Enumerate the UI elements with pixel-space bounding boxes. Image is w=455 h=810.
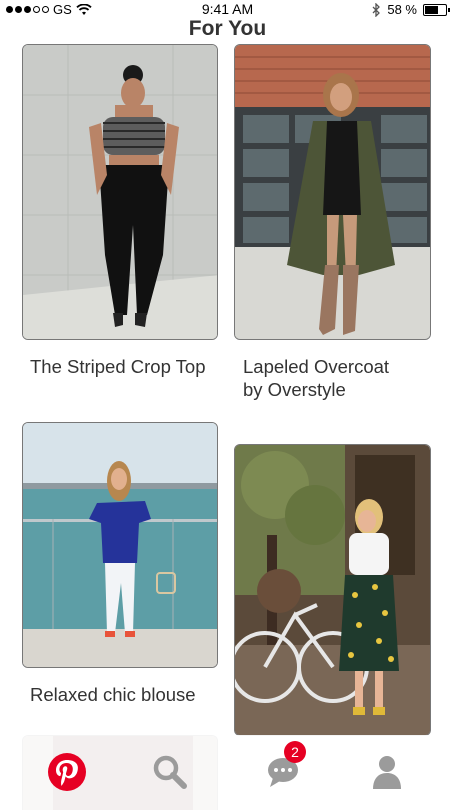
nav-home[interactable] [42,747,92,797]
woman-blue-blouse-lakeside-photo[interactable] [22,422,218,668]
pin-title[interactable]: Relaxed chic blouse [30,683,230,706]
search-icon [153,755,187,789]
page-title: For You [188,17,267,40]
pin-title[interactable]: Lapeled Overcoat by Overstyle [243,355,443,401]
woman-striped-crop-top-photo[interactable] [22,44,218,340]
nav-profile[interactable] [362,747,412,797]
pin-title-line: Lapeled Overcoat [243,356,390,377]
woman-olive-overcoat-photo[interactable] [234,44,431,340]
woman-lemon-skirt-bicycle-photo[interactable] [234,444,431,736]
pin-title-line: by Overstyle [243,379,346,400]
profile-icon [373,756,401,789]
pin-title[interactable]: The Striped Crop Top [30,355,230,378]
nav-search[interactable] [145,747,195,797]
status-right: 58 % [372,2,450,17]
messages-badge: 2 [284,741,306,763]
bottom-nav: 2 [0,735,455,810]
battery-percent: 58 % [387,2,417,17]
battery-icon [423,3,450,16]
nav-messages[interactable]: 2 [258,741,308,797]
bluetooth-icon [372,2,381,17]
pinterest-logo-icon [48,753,86,791]
